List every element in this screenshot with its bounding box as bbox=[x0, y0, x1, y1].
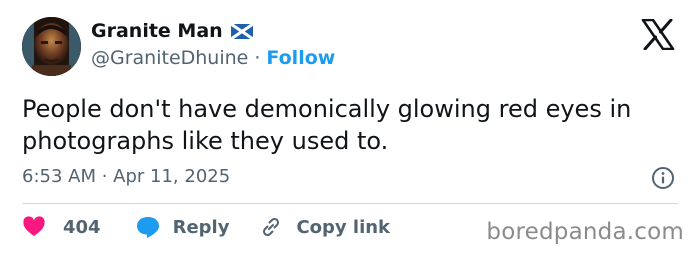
author-name-row: Granite Man bbox=[91, 20, 253, 42]
follow-button[interactable]: Follow bbox=[266, 47, 335, 69]
separator-dot: · bbox=[254, 47, 261, 69]
x-logo-icon[interactable] bbox=[641, 19, 675, 50]
link-icon bbox=[263, 217, 280, 237]
tweet-timestamp[interactable]: 6:53 AM · Apr 11, 2025 bbox=[22, 166, 230, 187]
reply-button[interactable]: Reply bbox=[135, 215, 230, 239]
like-count: 404 bbox=[63, 216, 101, 238]
avatar[interactable] bbox=[22, 17, 81, 76]
author-name[interactable]: Granite Man bbox=[91, 20, 223, 42]
heart-icon bbox=[23, 216, 45, 236]
avatar-image bbox=[22, 17, 81, 76]
scotland-flag-icon bbox=[230, 23, 253, 39]
copy-link-button[interactable]: Copy link bbox=[259, 215, 390, 239]
copy-link-label: Copy link bbox=[296, 216, 391, 238]
like-button[interactable]: 404 bbox=[22, 215, 101, 239]
speech-bubble-icon bbox=[136, 217, 159, 238]
author-handle-row: @GraniteDhuine · Follow bbox=[91, 47, 335, 69]
author-handle[interactable]: @GraniteDhuine bbox=[91, 47, 248, 69]
watermark: boredpanda.com bbox=[486, 219, 684, 245]
tweet-text: People don't have demonically glowing re… bbox=[22, 95, 632, 155]
reply-label: Reply bbox=[172, 216, 230, 238]
info-icon[interactable] bbox=[651, 166, 675, 190]
action-bar: 404 Reply Copy link bbox=[22, 215, 390, 239]
divider bbox=[22, 203, 678, 204]
